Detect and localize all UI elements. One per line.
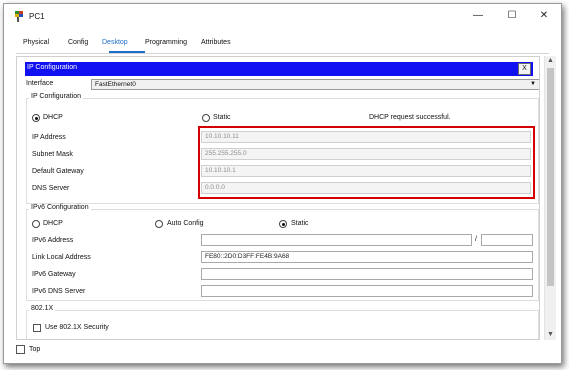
ipv6-auto-config-label: Auto Config	[167, 220, 204, 227]
vertical-scrollbar[interactable]: ▲ ▼	[544, 56, 556, 340]
subnet-mask-label: Subnet Mask	[32, 151, 73, 158]
ipv6-dns-label: IPv6 DNS Server	[32, 288, 86, 295]
title-bar: PC1 — ☐ ✕	[4, 4, 561, 29]
ipv6-prefix-field[interactable]	[481, 234, 533, 246]
pc1-window: PC1 — ☐ ✕ Physical Config Desktop Progra…	[3, 3, 562, 364]
static-radio-label: Static	[213, 114, 231, 121]
ipv6-gateway-field[interactable]	[201, 268, 533, 280]
ip-config-header-title: IP Configuration	[27, 64, 78, 71]
default-gateway-label: Default Gateway	[32, 168, 84, 175]
ipv6-dhcp-radio[interactable]	[32, 220, 40, 228]
tab-desktop[interactable]: Desktop	[102, 39, 128, 46]
dhcp-radio-label: DHCP	[43, 114, 63, 121]
dot1x-checkbox-label: Use 802.1X Security	[45, 324, 109, 331]
scroll-down-icon[interactable]: ▼	[545, 330, 556, 340]
interface-select[interactable]: FastEthernet0 ▼	[91, 79, 539, 90]
maximize-button[interactable]: ☐	[501, 7, 523, 25]
link-local-field[interactable]: FE80::2D0:D3FF:FE4B:9A68	[201, 251, 533, 263]
interface-label: Interface	[26, 80, 54, 87]
ipv6-dhcp-label: DHCP	[43, 220, 63, 227]
ipv6-static-radio[interactable]	[279, 220, 287, 228]
pc-app-icon	[15, 11, 23, 22]
tab-programming[interactable]: Programming	[145, 39, 187, 46]
dhcp-status-text: DHCP request successful.	[369, 114, 451, 121]
close-button[interactable]: ✕	[533, 7, 555, 25]
ipv6-dns-field[interactable]	[201, 285, 533, 297]
window-title: PC1	[29, 12, 45, 21]
ipv6-gateway-label: IPv6 Gateway	[32, 271, 76, 278]
ipv6-static-label: Static	[291, 220, 309, 227]
ip-config-close-button[interactable]: X	[518, 63, 531, 75]
highlight-box	[198, 126, 535, 199]
ipv6-auto-config-radio[interactable]	[155, 220, 163, 228]
ipv6-address-label: IPv6 Address	[32, 237, 74, 244]
ipv4-group-title: IP Configuration	[29, 93, 84, 100]
chevron-down-icon: ▼	[530, 81, 536, 87]
tab-physical[interactable]: Physical	[23, 39, 49, 46]
top-checkbox-label: Top	[29, 346, 41, 353]
link-local-label: Link Local Address	[32, 254, 91, 261]
interface-value: FastEthernet0	[95, 81, 136, 88]
ip-address-label: IP Address	[32, 134, 66, 141]
tab-config[interactable]: Config	[68, 39, 88, 46]
ipv6-address-field[interactable]	[201, 234, 472, 246]
scroll-up-icon[interactable]: ▲	[545, 56, 556, 66]
scroll-thumb[interactable]	[547, 68, 554, 286]
tab-divider	[16, 53, 549, 54]
tab-attributes[interactable]: Attributes	[201, 39, 231, 46]
dns-server-label: DNS Server	[32, 185, 70, 192]
dot1x-group-title: 802.1X	[29, 305, 56, 312]
ipv6-group-title: IPv6 Configuration	[29, 204, 91, 211]
ip-configuration-panel: IP Configuration X Interface FastEtherne…	[16, 56, 540, 340]
ip-config-header: IP Configuration X	[25, 62, 533, 76]
top-checkbox[interactable]	[16, 345, 25, 354]
dot1x-checkbox[interactable]	[33, 324, 41, 332]
dhcp-radio[interactable]	[32, 114, 40, 122]
static-radio[interactable]	[202, 114, 210, 122]
prefix-separator: /	[475, 236, 477, 243]
minimize-button[interactable]: —	[467, 7, 489, 25]
